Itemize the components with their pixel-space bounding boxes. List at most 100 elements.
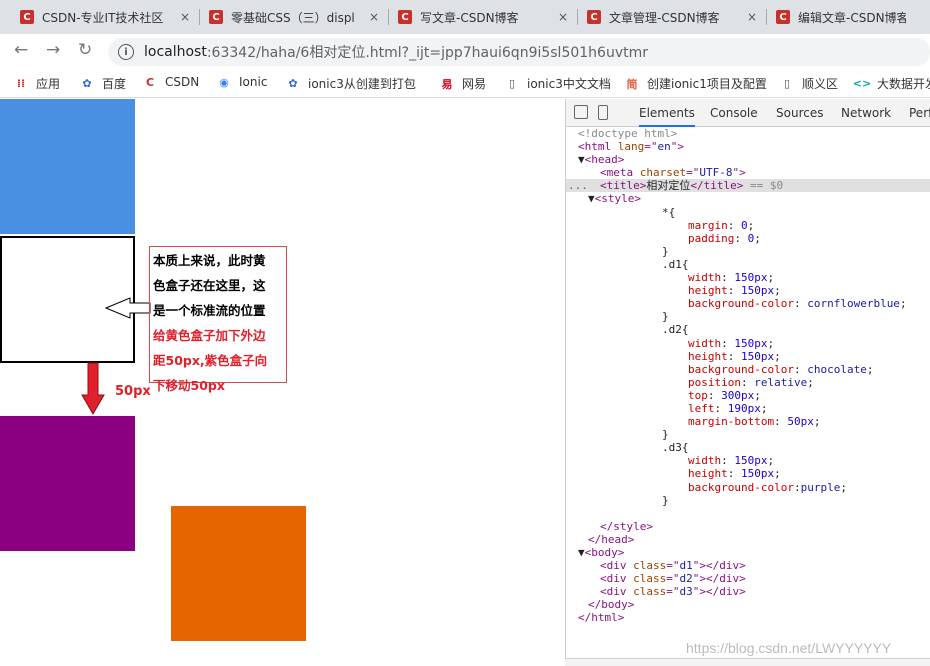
dom-tree-line[interactable]: .d2{ <box>566 323 930 336</box>
bookmark-item[interactable]: ▯ 顺义区 <box>780 75 838 92</box>
down-arrow-icon <box>81 362 105 415</box>
dom-tree-line[interactable]: height: 150px; <box>566 350 930 363</box>
bookmark-item[interactable]: ◉ Ionic <box>217 75 267 89</box>
forward-icon[interactable]: → <box>46 42 60 59</box>
bookmark-item[interactable]: ⁞⁞ 应用 <box>14 75 60 92</box>
code-token: <html <box>578 140 618 154</box>
close-tab-icon[interactable]: × <box>180 10 190 24</box>
code-token: </body> <box>588 598 635 612</box>
dom-tree-line[interactable]: margin: 0; <box>566 219 930 232</box>
dom-tree-line[interactable]: .d1{ <box>566 258 930 271</box>
code-icon: <> <box>852 77 872 90</box>
dom-tree-line[interactable]: height: 150px; <box>566 467 930 480</box>
code-token: == $0 <box>743 179 784 193</box>
tab-sources[interactable]: Sources <box>776 99 823 127</box>
dom-tree-line[interactable]: } <box>566 245 930 258</box>
code-token: ; <box>813 415 821 429</box>
dom-tree-line[interactable]: width: 150px; <box>566 454 930 467</box>
dom-tree-line[interactable]: </html> <box>566 611 930 624</box>
dom-tree-line[interactable]: <!doctype html> <box>566 127 930 140</box>
reload-icon[interactable]: ↻ <box>78 42 92 59</box>
dom-tree-line[interactable]: background-color: cornflowerblue; <box>566 297 930 310</box>
code-token: d1 <box>679 559 693 573</box>
code-token: : <box>734 231 748 245</box>
dom-tree-line[interactable]: ▼<head> <box>566 153 930 166</box>
tab-title: 写文章-CSDN博客 <box>420 10 519 25</box>
inspect-element-icon[interactable] <box>574 105 588 119</box>
dom-tree-line[interactable]: margin-bottom: 50px; <box>566 415 930 428</box>
browser-tab[interactable]: C 写文章-CSDN博客 × <box>398 0 574 34</box>
dom-tree-line[interactable]: <div class="d1"></div> <box>566 559 930 572</box>
note-line-4: 给黄色盒子加下外边 <box>153 328 266 343</box>
dom-tree-line[interactable]: width: 150px; <box>566 271 930 284</box>
bookmark-label: ionic3中文文档 <box>527 77 611 91</box>
left-arrow-icon <box>104 297 151 319</box>
code-token: : <box>714 401 728 415</box>
browser-tab[interactable]: C CSDN-专业IT技术社区 × <box>20 0 196 34</box>
dom-tree-line[interactable]: padding: 0; <box>566 232 930 245</box>
dom-tree-line[interactable]: *{ <box>566 206 930 219</box>
tab-network[interactable]: Network <box>841 99 891 127</box>
dom-tree-line[interactable]: } <box>566 310 930 323</box>
dom-tree-line[interactable]: background-color:purple; <box>566 481 930 494</box>
code-token: : <box>707 388 722 402</box>
code-token: en <box>657 140 671 154</box>
code-token: height <box>688 467 728 481</box>
code-token: =" <box>666 559 680 573</box>
browser-tab[interactable]: C 零基础CSS（三）displ × <box>209 0 385 34</box>
bookmark-item[interactable]: 简创建ionic1项目及配置 <box>625 75 767 92</box>
dom-tree-line[interactable]: width: 150px; <box>566 337 930 350</box>
elements-dom-tree[interactable]: <!doctype html> <html lang="en"> ▼<head> <m… <box>566 127 930 625</box>
tab-title: CSDN-专业IT技术社区 <box>42 10 164 25</box>
close-tab-icon[interactable]: × <box>747 10 757 24</box>
dom-tree-line[interactable]: left: 190px; <box>566 402 930 415</box>
csdn-icon: C <box>145 75 155 89</box>
dom-tree-line[interactable]: <html lang="en"> <box>566 140 930 153</box>
bookmark-item[interactable]: ✿ ionic3从创建到打包 <box>286 75 415 92</box>
bookmark-item[interactable]: ▯ ionic3中文文档 <box>505 75 611 92</box>
node-actions-icon[interactable]: ... <box>568 179 588 192</box>
code-token: *{ <box>662 205 676 219</box>
note-line-6: 下移动50px <box>153 378 225 393</box>
dom-tree-line[interactable]: } <box>566 494 930 507</box>
dom-tree-line[interactable]: ▼<style> <box>566 192 930 205</box>
code-token: =" <box>666 585 680 599</box>
dom-tree-line[interactable]: </style> <box>566 520 930 533</box>
code-token: </title> <box>690 179 744 193</box>
dom-tree-line[interactable]: </body> <box>566 598 930 611</box>
bookmark-item[interactable]: C CSDN <box>143 75 199 89</box>
dom-tree-line[interactable]: position: relative; <box>566 376 930 389</box>
bookmark-item[interactable]: ✿ 百度 <box>80 75 126 92</box>
dom-tree-line[interactable]: background-color: chocolate; <box>566 363 930 376</box>
dom-tree-line[interactable]: top: 300px; <box>566 389 930 402</box>
close-tab-icon[interactable]: × <box>558 10 568 24</box>
bookmark-label: 网易 <box>462 77 487 91</box>
dom-tree-line[interactable]: .d3{ <box>566 441 930 454</box>
back-icon[interactable]: ← <box>14 42 28 59</box>
tab-console[interactable]: Console <box>710 99 758 127</box>
code-token: class <box>633 559 667 573</box>
dom-tree-line[interactable]: ▼<body> <box>566 546 930 559</box>
tab-elements[interactable]: Elements <box>639 99 695 127</box>
dom-tree-line[interactable]: <div class="d2"></div> <box>566 572 930 585</box>
code-token: <title> <box>600 179 647 193</box>
bookmark-item[interactable]: 易网易 <box>440 75 487 92</box>
device-toolbar-icon[interactable] <box>598 105 608 120</box>
dom-tree-line[interactable]: ... <title>相对定位</title> == $0 <box>566 179 930 193</box>
url-input[interactable]: i localhost:63342/haha/6相对定位.html?_ijt=j… <box>108 38 930 66</box>
tab-separator <box>388 9 389 25</box>
dom-tree-line[interactable]: <div class="d3"></div> <box>566 585 930 598</box>
dom-tree-line[interactable]: height: 150px; <box>566 284 930 297</box>
dom-tree-line[interactable]: } <box>566 428 930 441</box>
browser-tab[interactable]: C 文章管理-CSDN博客 × <box>587 0 763 34</box>
browser-tab[interactable]: C 编辑文章-CSDN博客 <box>776 0 930 34</box>
bookmark-item[interactable]: <> 大数据开发 <box>852 75 930 92</box>
site-info-icon[interactable]: i <box>118 44 134 60</box>
dom-tree-line[interactable]: <meta charset="UTF-8"> <box>566 166 930 179</box>
dom-tree-line[interactable]: </head> <box>566 533 930 546</box>
code-token: </html> <box>578 611 625 625</box>
url-path: :63342/haha/6相对定位.html?_ijt=jpp7haui6qn9… <box>206 45 648 61</box>
tab-performance[interactable]: Perfo <box>909 99 930 127</box>
dom-tree-line[interactable] <box>566 507 930 520</box>
close-tab-icon[interactable]: × <box>369 10 379 24</box>
